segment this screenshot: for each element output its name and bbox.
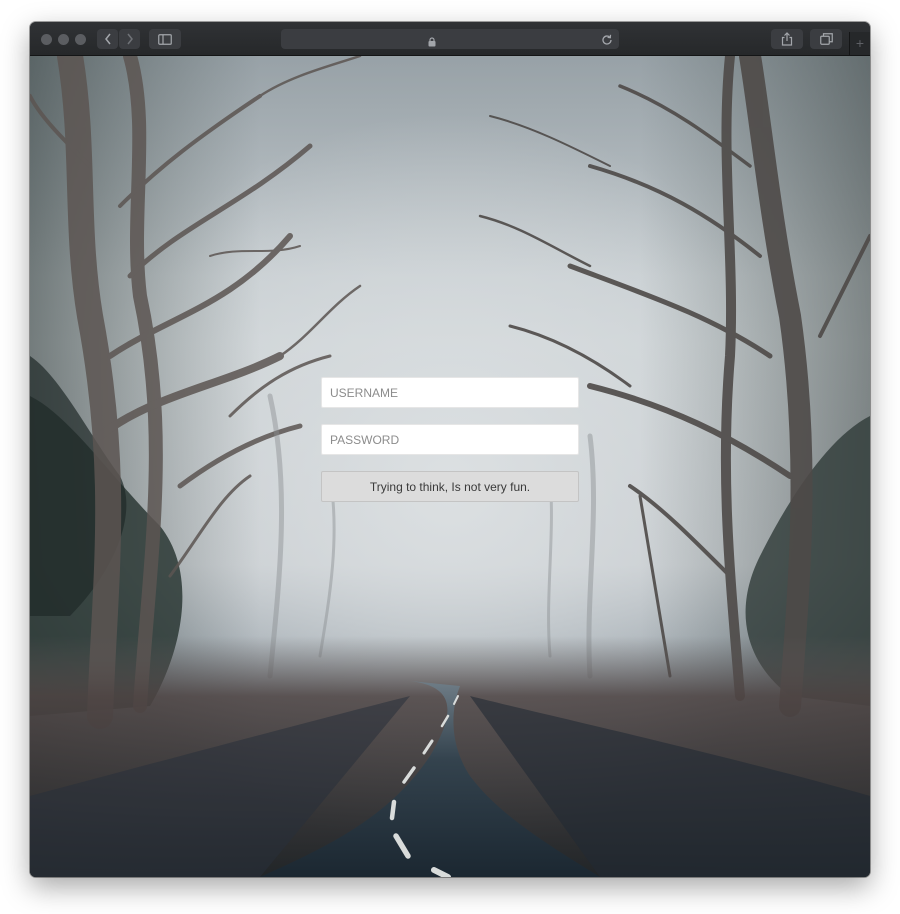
login-form: Trying to think, Is not very fun. bbox=[321, 377, 579, 502]
new-tab-button[interactable]: + bbox=[849, 32, 870, 55]
share-button[interactable] bbox=[771, 29, 803, 49]
reload-icon[interactable] bbox=[601, 33, 613, 51]
password-field[interactable] bbox=[321, 424, 579, 455]
submit-button[interactable]: Trying to think, Is not very fun. bbox=[321, 471, 579, 502]
sidebar-toggle-button[interactable] bbox=[149, 29, 181, 49]
page-viewport: Trying to think, Is not very fun. bbox=[30, 56, 870, 877]
lock-icon bbox=[428, 34, 436, 52]
close-window-button[interactable] bbox=[41, 34, 52, 45]
plus-icon: + bbox=[855, 35, 865, 51]
chevron-right-icon bbox=[126, 33, 133, 45]
sidebar-icon bbox=[158, 33, 172, 45]
tabs-overview-icon bbox=[819, 33, 833, 45]
browser-toolbar: + bbox=[30, 22, 870, 56]
username-field[interactable] bbox=[321, 377, 579, 408]
minimize-window-button[interactable] bbox=[58, 34, 69, 45]
forward-button[interactable] bbox=[119, 29, 140, 49]
back-button[interactable] bbox=[97, 29, 118, 49]
tab-overview-button[interactable] bbox=[810, 29, 842, 49]
browser-window: + USERNAME Trying to think, Is not very … bbox=[30, 22, 870, 877]
address-bar[interactable] bbox=[281, 29, 619, 49]
share-icon bbox=[781, 32, 793, 46]
zoom-window-button[interactable] bbox=[75, 34, 86, 45]
chevron-left-icon bbox=[104, 33, 111, 45]
